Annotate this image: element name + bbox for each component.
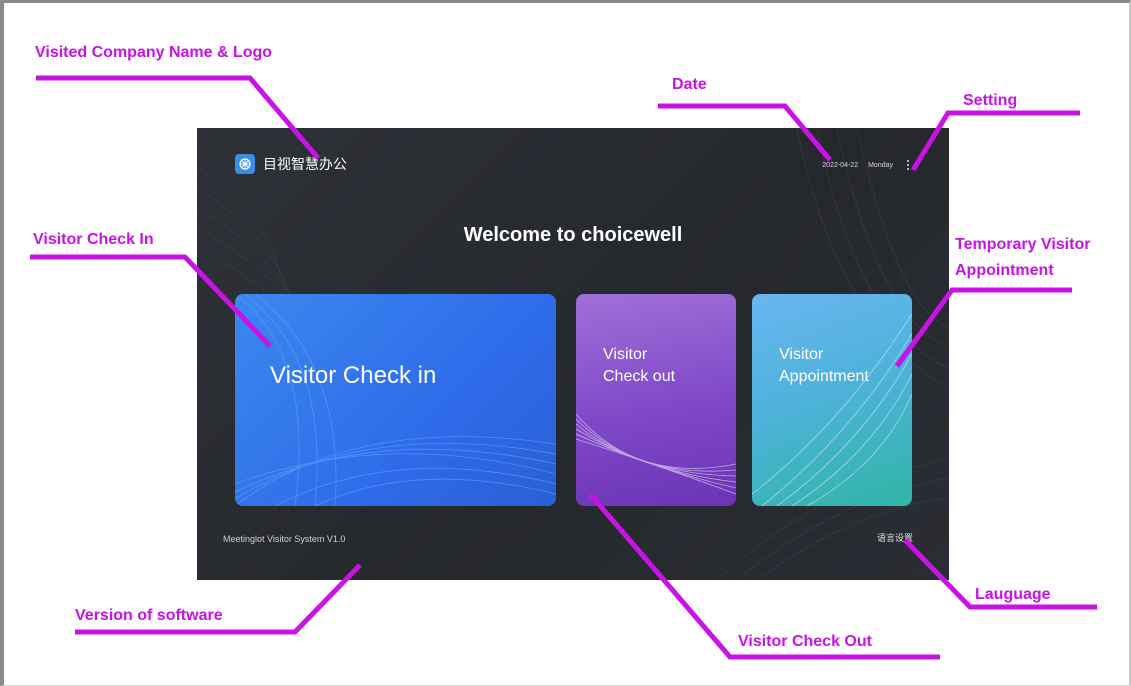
annotation-version: Version of software xyxy=(75,607,223,624)
annotation-lines xyxy=(30,75,1097,660)
annotation-language: Lauguage xyxy=(975,586,1051,603)
annotation-check-in: Visitor Check In xyxy=(33,231,154,248)
annotation-check-out: Visitor Check Out xyxy=(738,633,872,650)
annotation-company: Visited Company Name & Logo xyxy=(35,44,273,61)
annotation-temporary-line1: Temporary Visitor xyxy=(955,236,1091,253)
annotation-setting: Setting xyxy=(963,92,1018,109)
annotation-date: Date xyxy=(672,76,707,93)
annotation-temporary-line2: Appointment xyxy=(955,262,1054,279)
